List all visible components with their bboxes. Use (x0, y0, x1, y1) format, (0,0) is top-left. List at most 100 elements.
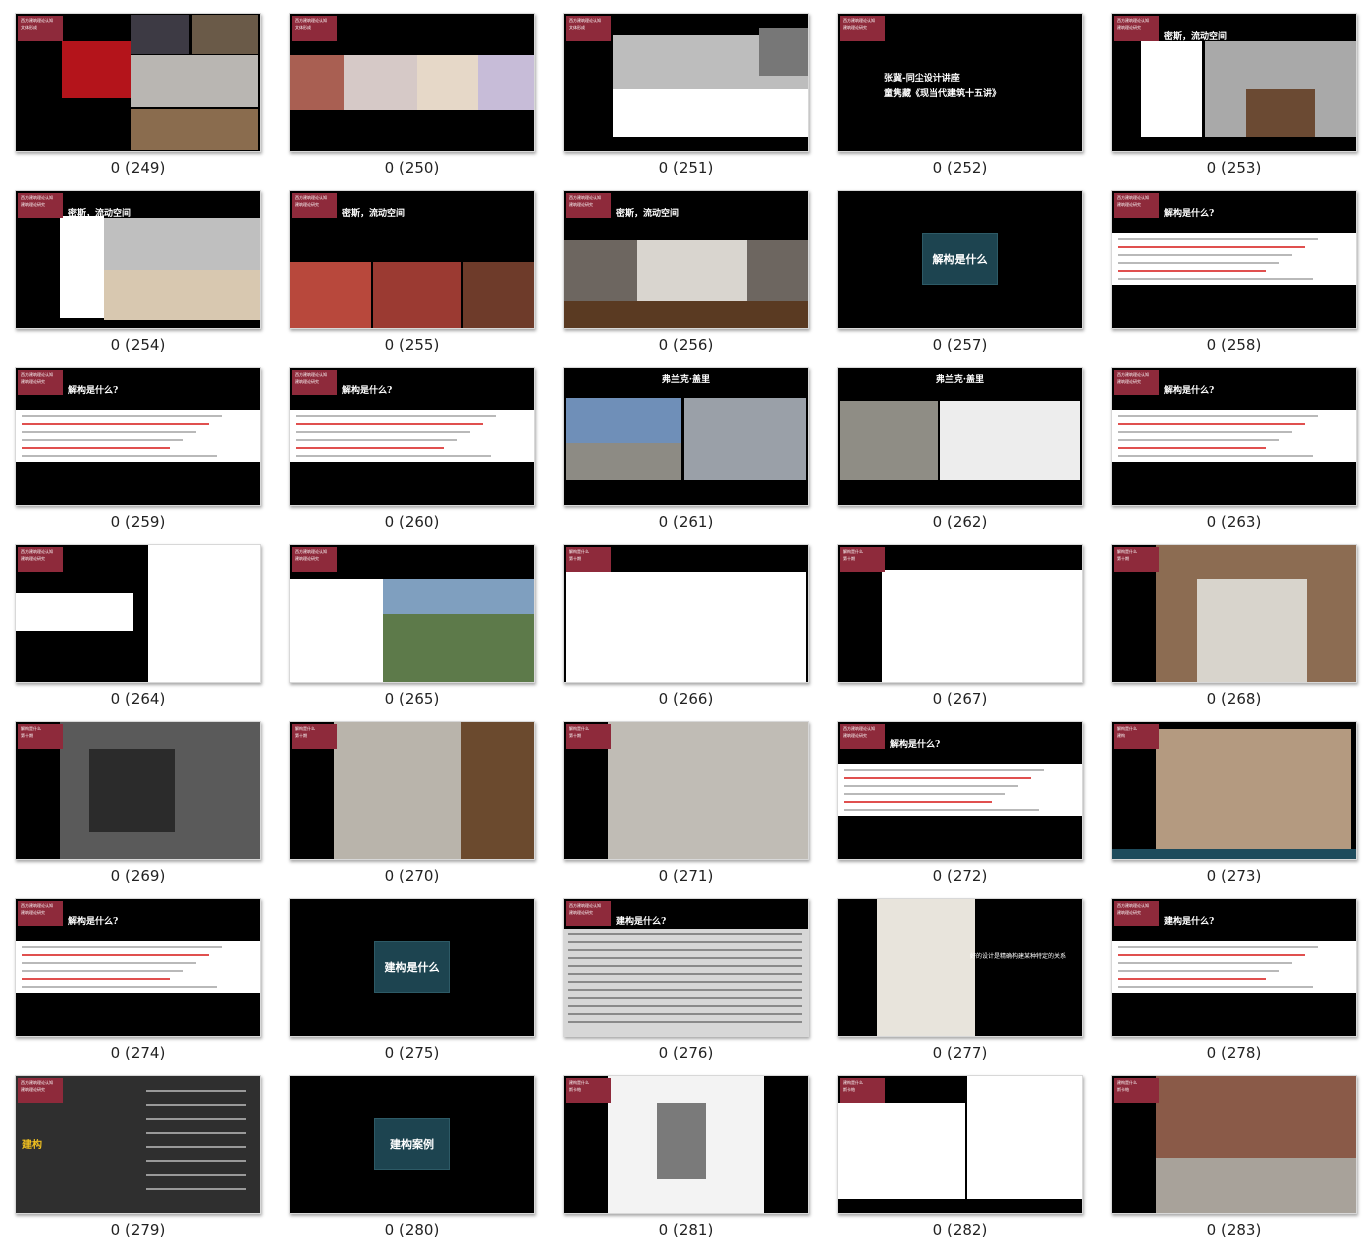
slide-tag-text: 第十期 (569, 556, 581, 561)
thumbnail-caption: 0 (260) (384, 513, 440, 531)
slide-thumbnail[interactable]: 建构是什么 (289, 898, 535, 1037)
slide-thumbnail[interactable]: 解构是什么 第十期 (15, 721, 261, 860)
slide-tag-text: 建筑理论研究 (21, 556, 45, 561)
thumbnail-item[interactable]: 西方建筑理论认知 建筑理论研究 解构是什么? 0 (263) (1111, 367, 1357, 541)
thumbnail-item[interactable]: 西方建筑理论认知 建筑理论研究 密斯，流动空间 0 (255) (289, 190, 535, 364)
thumbnail-item[interactable]: 建构是什么 0 (275) (289, 898, 535, 1072)
slide-text-panel (1112, 410, 1356, 462)
thumbnail-item[interactable]: 西方建筑理论认知 建筑理论研究 密斯，流动空间 0 (256) (563, 190, 809, 364)
thumbnail-item[interactable]: 建构案例 0 (280) (289, 1075, 535, 1249)
thumbnail-item[interactable]: 西方建筑理论认知 建筑理论研究 张冀-同尘设计讲座 童隽藏《现当代建筑十五讲》 0 (… (837, 13, 1083, 187)
thumbnail-item[interactable]: 西方建筑理论认知 建筑理论研究 0 (264) (15, 544, 261, 718)
slide-image (477, 55, 534, 110)
slide-tag-text: 第十期 (1117, 556, 1129, 561)
thumbnail-item[interactable]: 解构是什么 第十期 0 (267) (837, 544, 1083, 718)
thumbnail-item[interactable]: 西方建筑理论认知 建筑理论研究 建构 0 (279) (15, 1075, 261, 1249)
thumbnail-item[interactable]: 西方建筑理论认知 建筑理论研究 解构是什么? 0 (259) (15, 367, 261, 541)
thumbnail-item[interactable]: 西方建筑理论认知 建筑理论研究 密斯，流动空间 0 (254) (15, 190, 261, 364)
slide-tag: 西方建筑理论认知 建筑理论研究 (1114, 370, 1159, 395)
slide-thumbnail[interactable]: 西方建筑理论认知 建筑理论研究 密斯，流动空间 (15, 190, 261, 329)
thumbnail-item[interactable]: 西方建筑理论认知 建筑理论研究 0 (265) (289, 544, 535, 718)
slide-thumbnail[interactable]: 弗兰克·盖里 (563, 367, 809, 506)
thumbnail-item[interactable]: 弗兰克·盖里 0 (261) (563, 367, 809, 541)
slide-thumbnail[interactable]: 西方建筑理论认知 建筑理论研究 解构是什么? (837, 721, 1083, 860)
slide-thumbnail[interactable]: 弗兰克·盖里 (837, 367, 1083, 506)
thumbnail-item[interactable]: 好的设计是精确构建某种特定的关系 0 (277) (837, 898, 1083, 1072)
slide-tag-text: 西方建筑理论认知 (1117, 195, 1149, 200)
thumbnail-item[interactable]: 解构是什么 第十期 0 (268) (1111, 544, 1357, 718)
text-line (296, 431, 470, 433)
slide-thumbnail[interactable]: 解构是什么 第十期 (1111, 544, 1357, 683)
slide-image (683, 398, 806, 481)
thumbnail-item[interactable]: 西方建筑理论认知 建筑理论研究 建构是什么? 0 (276) (563, 898, 809, 1072)
slide-thumbnail[interactable]: 西方建筑理论认知 文体形成 (15, 13, 261, 152)
thumbnail-item[interactable]: 西方建筑理论认知 建筑理论研究 解构是什么? 0 (272) (837, 721, 1083, 895)
slide-title: 解构是什么? (1164, 386, 1215, 396)
slide-thumbnail[interactable]: 建构是什么 斯卡帕 (1111, 1075, 1357, 1214)
slide-thumbnail[interactable]: 西方建筑理论认知 建筑理论研究 解构是什么? (15, 898, 261, 1037)
slide-thumbnail[interactable]: 解构是什么 (837, 190, 1083, 329)
slide-thumbnail[interactable]: 解构是什么 第十期 (563, 544, 809, 683)
thumbnail-item[interactable]: 西方建筑理论认知 建筑理论研究 密斯，流动空间 0 (253) (1111, 13, 1357, 187)
slide-thumbnail[interactable]: 西方建筑理论认知 文体形成 (289, 13, 535, 152)
thumbnail-item[interactable]: 解构是什么 建构 0 (273) (1111, 721, 1357, 895)
thumbnail-item[interactable]: 建构是什么 斯卡帕 0 (283) (1111, 1075, 1357, 1249)
slide-tag: 西方建筑理论认知 文体形成 (18, 16, 63, 41)
thumbnail-item[interactable]: 西方建筑理论认知 建筑理论研究 解构是什么? 0 (260) (289, 367, 535, 541)
slide-thumbnail[interactable]: 西方建筑理论认知 建筑理论研究 解构是什么? (15, 367, 261, 506)
thumbnail-item[interactable]: 西方建筑理论认知 建筑理论研究 解构是什么? 0 (274) (15, 898, 261, 1072)
slide-thumbnail[interactable]: 西方建筑理论认知 建筑理论研究 解构是什么? (1111, 367, 1357, 506)
slide-thumbnail[interactable]: 西方建筑理论认知 建筑理论研究 建构 (15, 1075, 261, 1214)
slide-tag-text: 建筑理论研究 (569, 202, 593, 207)
thumbnail-item[interactable]: 建构是什么 斯卡帕 0 (282) (837, 1075, 1083, 1249)
slide-tag-text: 西方建筑理论认知 (295, 195, 327, 200)
slide-tag: 西方建筑理论认知 建筑理论研究 (292, 547, 337, 572)
thumbnail-item[interactable]: 解构是什么 第十期 0 (266) (563, 544, 809, 718)
slide-thumbnail[interactable]: 西方建筑理论认知 建筑理论研究 建构是什么? (1111, 898, 1357, 1037)
slide-thumbnail[interactable]: 西方建筑理论认知 建筑理论研究 建构是什么? (563, 898, 809, 1037)
thumbnail-caption: 0 (273) (1206, 867, 1262, 885)
thumbnail-item[interactable]: 西方建筑理论认知 文体形成 0 (249) (15, 13, 261, 187)
slide-thumbnail[interactable]: 西方建筑理论认知 建筑理论研究 张冀-同尘设计讲座 童隽藏《现当代建筑十五讲》 (837, 13, 1083, 152)
slide-image (59, 215, 104, 319)
thumbnail-caption: 0 (281) (658, 1221, 714, 1239)
thumbnail-item[interactable]: 解构是什么 第十期 0 (269) (15, 721, 261, 895)
slide-text-panel (1112, 941, 1356, 993)
slide-image (290, 55, 344, 110)
slide-image (343, 55, 417, 110)
thumbnail-item[interactable]: 建构是什么 斯卡帕 0 (281) (563, 1075, 809, 1249)
slide-tag: 西方建筑理论认知 建筑理论研究 (840, 16, 885, 41)
thumbnail-item[interactable]: 解构是什么 第十期 0 (271) (563, 721, 809, 895)
thumbnail-item[interactable]: 西方建筑理论认知 文体形成 0 (250) (289, 13, 535, 187)
thumbnail-item[interactable]: 弗兰克·盖里 0 (262) (837, 367, 1083, 541)
slide-thumbnail[interactable]: 建构是什么 斯卡帕 (837, 1075, 1083, 1214)
text-line (568, 1021, 802, 1023)
slide-thumbnail[interactable]: 西方建筑理论认知 建筑理论研究 (15, 544, 261, 683)
slide-thumbnail[interactable]: 建构案例 (289, 1075, 535, 1214)
thumbnail-item[interactable]: 西方建筑理论认知 文体形成 0 (251) (563, 13, 809, 187)
slide-thumbnail[interactable]: 西方建筑理论认知 建筑理论研究 密斯，流动空间 (563, 190, 809, 329)
slide-title: 建构 (22, 1140, 42, 1151)
thumbnail-caption: 0 (271) (658, 867, 714, 885)
slide-thumbnail[interactable]: 解构是什么 建构 (1111, 721, 1357, 860)
slide-thumbnail[interactable]: 好的设计是精确构建某种特定的关系 (837, 898, 1083, 1037)
slide-thumbnail[interactable]: 建构是什么 斯卡帕 (563, 1075, 809, 1214)
thumbnail-item[interactable]: 解构是什么 第十期 0 (270) (289, 721, 535, 895)
slide-thumbnail[interactable]: 西方建筑理论认知 建筑理论研究 密斯，流动空间 (289, 190, 535, 329)
slide-thumbnail[interactable]: 解构是什么 第十期 (563, 721, 809, 860)
thumbnail-item[interactable]: 解构是什么 0 (257) (837, 190, 1083, 364)
thumbnail-item[interactable]: 西方建筑理论认知 建筑理论研究 解构是什么? 0 (258) (1111, 190, 1357, 364)
slide-thumbnail[interactable]: 西方建筑理论认知 建筑理论研究 解构是什么? (289, 367, 535, 506)
slide-thumbnail[interactable]: 西方建筑理论认知 建筑理论研究 解构是什么? (1111, 190, 1357, 329)
text-line (568, 957, 802, 959)
slide-tag: 解构是什么 第十期 (840, 547, 885, 572)
slide-tag: 建构是什么 斯卡帕 (566, 1078, 611, 1103)
slide-thumbnail[interactable]: 西方建筑理论认知 建筑理论研究 密斯，流动空间 (1111, 13, 1357, 152)
slide-thumbnail[interactable]: 解构是什么 第十期 (837, 544, 1083, 683)
slide-thumbnail[interactable]: 解构是什么 第十期 (289, 721, 535, 860)
text-line (22, 455, 217, 457)
slide-thumbnail[interactable]: 西方建筑理论认知 建筑理论研究 (289, 544, 535, 683)
slide-thumbnail[interactable]: 西方建筑理论认知 文体形成 (563, 13, 809, 152)
text-line (568, 981, 802, 983)
thumbnail-item[interactable]: 西方建筑理论认知 建筑理论研究 建构是什么? 0 (278) (1111, 898, 1357, 1072)
